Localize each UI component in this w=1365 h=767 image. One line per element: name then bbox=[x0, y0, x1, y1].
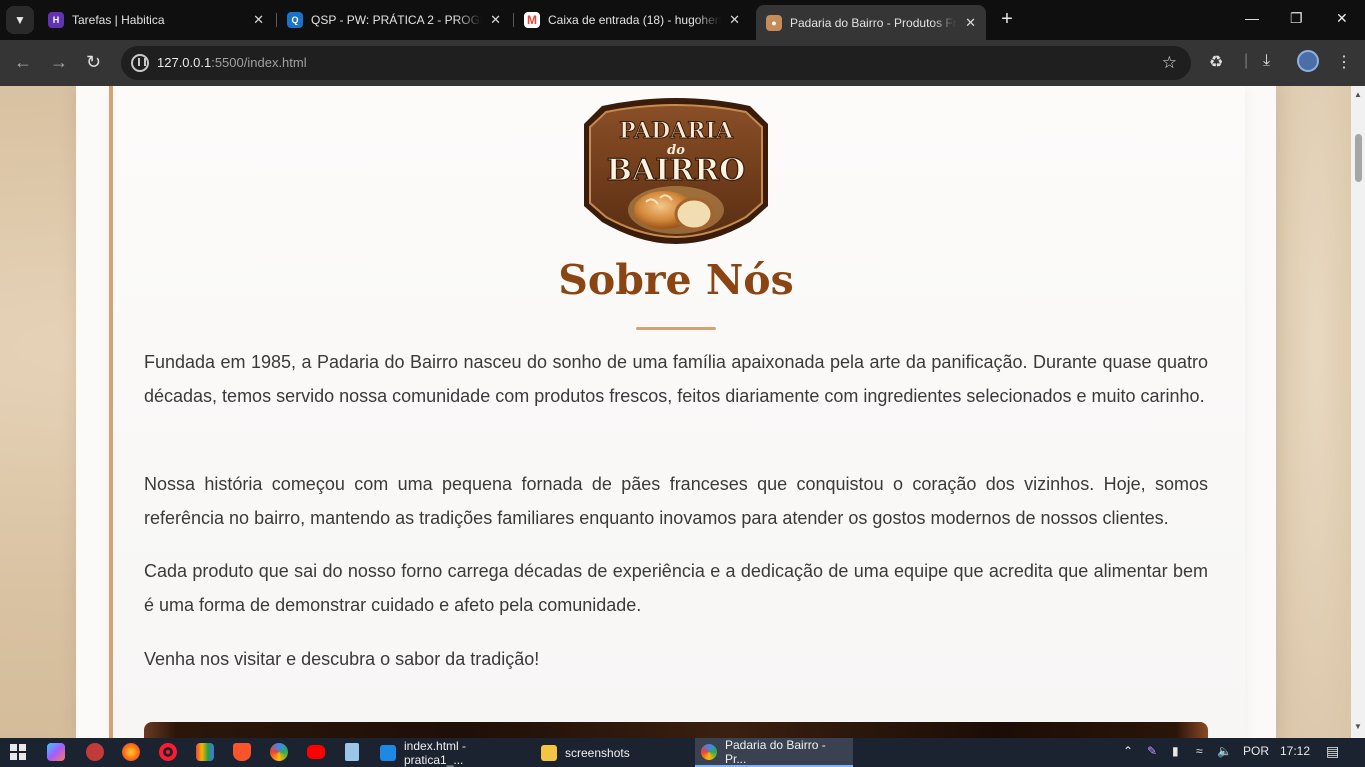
taskbar-window-label: index.html - pratica1_... bbox=[404, 738, 467, 767]
close-icon[interactable]: ✕ bbox=[965, 15, 976, 31]
profile-avatar[interactable] bbox=[1297, 50, 1319, 72]
firefox-icon[interactable] bbox=[122, 743, 140, 761]
taskbar-window-label: screenshots bbox=[565, 745, 630, 760]
url-host: 127.0.0.1 bbox=[157, 55, 212, 70]
clock[interactable]: 17:12 bbox=[1280, 744, 1310, 758]
notifications-icon[interactable]: ▤ bbox=[1326, 743, 1339, 760]
about-paragraph: Nossa história começou com uma pequena f… bbox=[144, 474, 1208, 528]
gmail-icon: M bbox=[524, 12, 540, 28]
url-text: 127.0.0.1:5500/index.html bbox=[157, 55, 307, 70]
page-viewport: PADARIA do BAIRRO Sobre Nós Fundada em 1… bbox=[0, 86, 1365, 738]
restore-button[interactable]: ❐ bbox=[1290, 10, 1303, 27]
browser-toolbar: ← → ↻ 127.0.0.1:5500/index.html ☆ ♻ | ⤓ … bbox=[0, 40, 1365, 86]
app-icon[interactable] bbox=[86, 743, 104, 761]
forward-button[interactable]: → bbox=[50, 52, 68, 72]
brave-icon[interactable] bbox=[233, 743, 251, 761]
tab-qsp[interactable]: Q QSP - PW: PRÁTICA 2 - PROGRA ✕ bbox=[277, 5, 511, 35]
chrome-icon bbox=[701, 743, 717, 760]
copilot-icon[interactable] bbox=[47, 743, 65, 761]
tab-gmail[interactable]: M Caixa de entrada (18) - hugohen ✕ bbox=[514, 5, 750, 35]
heading-underline bbox=[636, 327, 716, 330]
bookmark-star-icon[interactable]: ☆ bbox=[1162, 53, 1177, 73]
new-tab-button[interactable]: + bbox=[995, 8, 1019, 32]
close-icon[interactable]: ✕ bbox=[253, 12, 264, 28]
vscode-icon bbox=[380, 744, 396, 761]
tab-habitica[interactable]: H Tarefas | Habitica ✕ bbox=[38, 5, 274, 35]
extensions-icon[interactable]: ♻ bbox=[1209, 52, 1223, 72]
plus-icon: + bbox=[1001, 8, 1013, 30]
tab-strip: ▼ H Tarefas | Habitica ✕ Q QSP - PW: PRÁ… bbox=[0, 0, 1365, 40]
padaria-logo: PADARIA do BAIRRO bbox=[584, 98, 768, 244]
chrome-icon[interactable] bbox=[270, 743, 288, 761]
site-info-icon[interactable] bbox=[131, 54, 149, 72]
scroll-down-arrow[interactable]: ▼ bbox=[1354, 722, 1362, 731]
tab-title: Tarefas | Habitica bbox=[72, 13, 165, 27]
battery-icon[interactable]: ▮ bbox=[1172, 744, 1179, 758]
logo-text-line1: PADARIA bbox=[619, 118, 734, 144]
taskbar-window-label: Padaria do Bairro - Pr... bbox=[725, 737, 826, 766]
chevron-down-icon: ▼ bbox=[14, 13, 26, 27]
habitica-icon: H bbox=[48, 12, 64, 28]
about-paragraph: Cada produto que sai do nosso forno carr… bbox=[144, 561, 1208, 615]
close-window-button[interactable]: ✕ bbox=[1336, 10, 1348, 27]
page-scrollbar[interactable]: ▲ ▼ bbox=[1351, 86, 1365, 738]
about-paragraph: Venha nos visitar e descubra o sabor da … bbox=[144, 649, 540, 669]
pen-icon[interactable]: ✎ bbox=[1147, 744, 1157, 758]
reload-button[interactable]: ↻ bbox=[86, 52, 101, 72]
close-icon[interactable]: ✕ bbox=[490, 12, 501, 28]
toolbar-divider: | bbox=[1244, 52, 1249, 69]
tray-chevron-up-icon[interactable]: ⌃ bbox=[1123, 744, 1133, 758]
volume-icon[interactable]: 🔈 bbox=[1217, 744, 1232, 758]
youtube-icon[interactable] bbox=[307, 745, 325, 759]
folder-icon bbox=[541, 744, 557, 761]
logo-text-line3: BAIRRO bbox=[607, 153, 746, 188]
bread-icon: ● bbox=[766, 14, 782, 31]
minimize-button[interactable]: — bbox=[1245, 10, 1259, 26]
section-heading: Sobre Nós bbox=[558, 256, 794, 304]
tab-title: Caixa de entrada (18) - hugohen bbox=[548, 13, 722, 27]
qsp-icon: Q bbox=[287, 12, 303, 28]
taskbar-chrome-window[interactable]: Padaria do Bairro - Pr... bbox=[695, 738, 853, 767]
wifi-icon[interactable]: ≈ bbox=[1196, 744, 1203, 758]
tab-padaria[interactable]: ● Padaria do Bairro - Produtos Fre ✕ bbox=[756, 5, 986, 40]
back-button[interactable]: ← bbox=[14, 52, 32, 72]
scrollbar-thumb[interactable] bbox=[1355, 134, 1362, 182]
tab-title: QSP - PW: PRÁTICA 2 - PROGRA bbox=[311, 13, 483, 27]
close-icon[interactable]: ✕ bbox=[729, 12, 740, 28]
address-bar[interactable]: 127.0.0.1:5500/index.html ☆ bbox=[121, 46, 1191, 80]
download-icon[interactable]: ⤓ bbox=[1263, 52, 1270, 70]
menu-kebab-icon[interactable]: ⋮ bbox=[1336, 52, 1352, 72]
tab-title: Padaria do Bairro - Produtos Fre bbox=[790, 15, 958, 30]
language-indicator[interactable]: POR bbox=[1243, 744, 1269, 758]
scroll-up-arrow[interactable]: ▲ bbox=[1354, 90, 1362, 99]
section-accent-bar bbox=[109, 86, 113, 738]
notepad-icon[interactable] bbox=[345, 743, 359, 761]
about-paragraph: Fundada em 1985, a Padaria do Bairro nas… bbox=[144, 352, 1208, 406]
taskbar-vscode-window[interactable]: index.html - pratica1_... bbox=[374, 738, 532, 767]
bakery-photo bbox=[144, 722, 1208, 738]
app-bars-icon[interactable] bbox=[196, 743, 214, 761]
taskbar-explorer-window[interactable]: screenshots bbox=[535, 738, 690, 767]
opera-icon[interactable] bbox=[159, 743, 177, 761]
url-path: :5500/index.html bbox=[211, 55, 307, 70]
tab-search-button[interactable]: ▼ bbox=[6, 6, 34, 34]
windows-taskbar: index.html - pratica1_... screenshots Pa… bbox=[0, 738, 1365, 767]
windows-start-icon[interactable] bbox=[10, 744, 26, 760]
